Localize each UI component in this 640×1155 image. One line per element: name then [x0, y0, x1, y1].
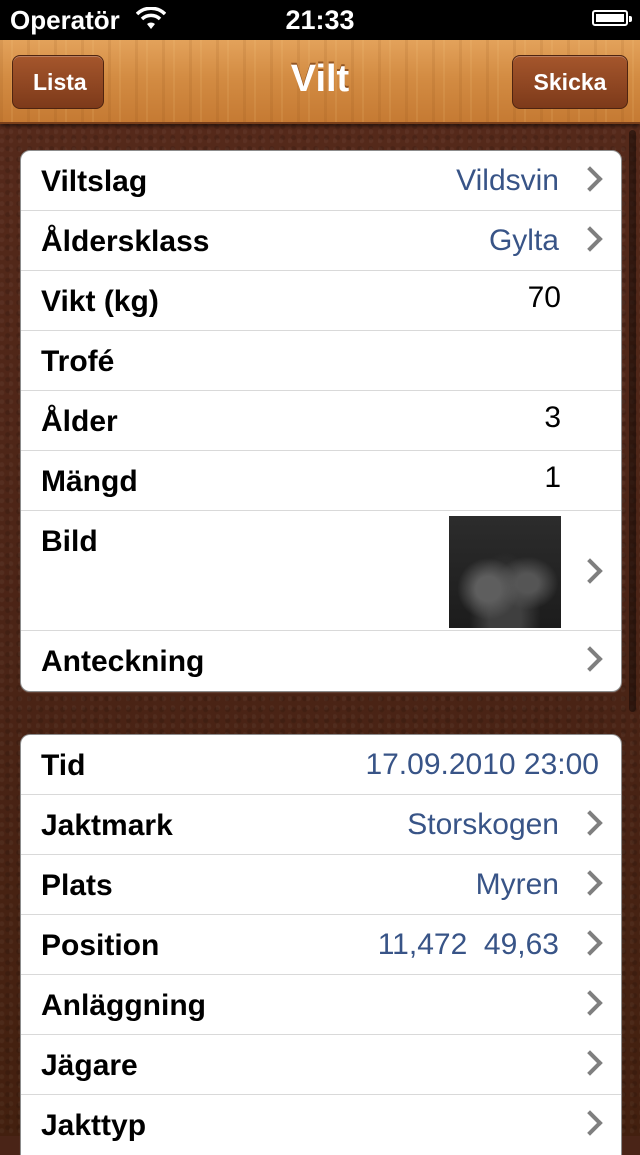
row-label: Mängd [41, 465, 138, 498]
row-value: Myren [475, 868, 559, 901]
row-label: Anteckning [41, 645, 205, 678]
weight-value[interactable]: 70 [528, 281, 561, 315]
row-label: Jakttyp [41, 1109, 147, 1142]
row-trofe[interactable]: Trofé [21, 331, 621, 391]
chevron-right-icon [577, 930, 603, 956]
row-label: Jaktmark [41, 809, 173, 842]
navigation-bar: Lista Vilt Skicka [0, 40, 640, 124]
game-details-section: Viltslag Vildsvin Åldersklass Gylta Vikt… [20, 150, 622, 692]
chevron-right-icon [577, 166, 603, 192]
photo-thumbnail[interactable] [449, 516, 561, 628]
row-aldersklass[interactable]: Åldersklass Gylta [21, 211, 621, 271]
age-value[interactable]: 3 [544, 401, 561, 435]
row-value: 17.09.2010 23:00 [365, 748, 599, 781]
row-label: Anläggning [41, 989, 206, 1022]
row-anlaggning[interactable]: Anläggning [21, 975, 621, 1035]
row-jagare[interactable]: Jägare [21, 1035, 621, 1095]
chevron-right-icon [577, 810, 603, 836]
row-label: Viltslag [41, 165, 148, 198]
chevron-right-icon [577, 1050, 603, 1076]
row-label: Ålder [41, 405, 118, 438]
clock: 21:33 [285, 5, 355, 35]
scroll-indicator[interactable] [629, 130, 636, 712]
row-bild[interactable]: Bild [21, 511, 621, 631]
row-vikt[interactable]: Vikt (kg) 70 [21, 271, 621, 331]
row-label: Tid [41, 749, 86, 782]
row-label: Bild [41, 525, 98, 558]
row-label: Jägare [41, 1049, 138, 1082]
row-label: Trofé [41, 345, 115, 378]
chevron-right-icon [577, 1110, 603, 1136]
row-anteckning[interactable]: Anteckning [21, 631, 621, 691]
row-jakttyp[interactable]: Jakttyp [21, 1095, 621, 1155]
row-alder[interactable]: Ålder 3 [21, 391, 621, 451]
row-value: Storskogen [407, 808, 559, 841]
chevron-right-icon [577, 646, 603, 672]
row-plats[interactable]: Plats Myren [21, 855, 621, 915]
row-viltslag[interactable]: Viltslag Vildsvin [21, 151, 621, 211]
chevron-right-icon [577, 990, 603, 1016]
battery-icon [592, 10, 632, 26]
chevron-right-icon [577, 558, 603, 584]
row-value: Vildsvin [456, 164, 559, 197]
row-value: Gylta [488, 224, 559, 257]
row-tid[interactable]: Tid 17.09.2010 23:00 [21, 735, 621, 795]
row-label: Åldersklass [41, 225, 210, 258]
hunt-details-section: Tid 17.09.2010 23:00 Jaktmark Storskogen… [20, 734, 622, 1155]
row-label: Plats [41, 869, 113, 902]
send-button[interactable]: Skicka [512, 55, 628, 109]
chevron-right-icon [577, 870, 603, 896]
row-mangd[interactable]: Mängd 1 [21, 451, 621, 511]
row-label: Vikt (kg) [41, 285, 159, 318]
row-jaktmark[interactable]: Jaktmark Storskogen [21, 795, 621, 855]
chevron-right-icon [577, 226, 603, 252]
quantity-value[interactable]: 1 [544, 461, 561, 495]
row-value: 11,472 49,63 [377, 928, 559, 961]
row-label: Position [41, 929, 160, 962]
status-bar: Operatör 21:33 [0, 0, 640, 40]
row-position[interactable]: Position 11,472 49,63 [21, 915, 621, 975]
